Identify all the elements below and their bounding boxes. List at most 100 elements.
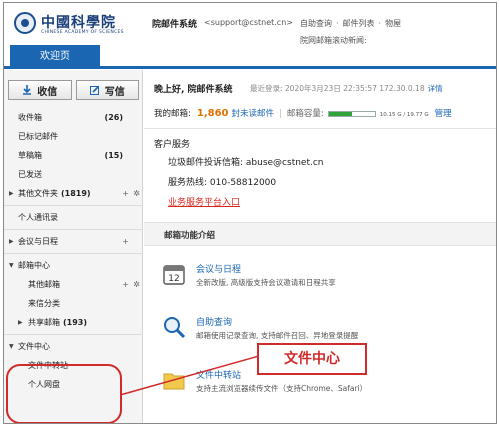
mail-window: 中國科學院 CHINESE ACADEMY OF SCIENCES 院邮件系统 … [3, 2, 497, 424]
tab-bar: 欢迎页 [4, 45, 496, 69]
folder-label: 其他邮箱 [28, 280, 60, 289]
sidebar-item-calendar[interactable]: ▶ 会议与日程 + [4, 232, 143, 251]
folder-count: (193) [63, 318, 88, 327]
sidebar-item-drafts[interactable]: 草稿箱 (15) [4, 146, 143, 165]
annotation-callout: 文件中心 [257, 343, 367, 375]
compose-button[interactable]: 写信 [75, 80, 139, 100]
cas-seal-icon [14, 12, 36, 34]
logo-chinese-text: 中國科學院 [41, 15, 116, 31]
add-calendar-icon[interactable]: + [122, 232, 129, 251]
cas-logo[interactable]: 中國科學院 CHINESE ACADEMY OF SCIENCES [14, 12, 142, 38]
collapse-arrow-icon[interactable]: ▼ [9, 337, 14, 356]
svg-text:12: 12 [168, 274, 179, 284]
sidebar-item-inbox[interactable]: 收件箱 (26) [4, 108, 143, 127]
feature-desc: 邮箱使用记录查询, 支持邮件召回、异地登录提醒 [196, 331, 359, 340]
features-title: 邮箱功能介绍 [164, 231, 216, 241]
service-portal-link[interactable]: 业务服务平台入口 [168, 195, 240, 208]
folder-label: 来信分类 [28, 299, 60, 308]
greeting: 晚上好, 院邮件系统 [154, 85, 233, 95]
system-name: 院邮件系统 [152, 20, 198, 30]
sidebar-item-mail-center[interactable]: ▼ 邮箱中心 [4, 256, 143, 275]
feature-desc: 支持主流浏览器续传文件（支持Chrome、Safari） [196, 384, 368, 393]
expand-arrow-icon[interactable]: ▶ [9, 232, 14, 251]
tab-welcome[interactable]: 欢迎页 [10, 45, 100, 69]
last-login: 最近登录: 2020年3月23日 22:35:57 172.30.0.18 详情 [250, 83, 443, 94]
capacity-label: 邮箱容量: [286, 109, 324, 119]
collapse-arrow-icon[interactable]: ▼ [9, 256, 14, 275]
folder-label: 收件箱 [18, 113, 42, 122]
features-header: 邮箱功能介绍 [144, 222, 496, 246]
annotation-highlight-oval [6, 364, 122, 423]
download-icon [23, 85, 32, 95]
link-separator: · [336, 19, 339, 28]
folder-count: (1819) [61, 189, 91, 198]
feature-title[interactable]: 会议与日程 [196, 262, 241, 275]
search-icon [164, 317, 186, 339]
add-mailbox-icon[interactable]: + [122, 275, 129, 294]
divider [4, 253, 143, 254]
mailbox-summary: 我的邮箱: 1,860 封未读邮件 | 邮箱容量: 10.15 G / 19.77 G 管理 [154, 107, 452, 119]
receive-label: 收信 [37, 86, 58, 98]
feature-desc: 全新改版, 高级版支持会议邀请和日程共享 [196, 278, 336, 287]
compose-icon [89, 86, 99, 95]
my-mailbox-label: 我的邮箱: [154, 109, 191, 119]
divider [4, 334, 143, 335]
service-title: 客户服务 [154, 140, 191, 150]
folder-count: (15) [104, 151, 123, 160]
logo-english-text: CHINESE ACADEMY OF SCIENCES [41, 30, 124, 35]
expand-arrow-icon[interactable]: ▶ [18, 313, 23, 332]
add-folder-icon[interactable]: + [122, 184, 129, 203]
header: 中國科學院 CHINESE ACADEMY OF SCIENCES 院邮件系统 … [4, 3, 496, 69]
last-login-text: 最近登录: 2020年3月23日 22:35:57 172.30.0.18 [250, 84, 425, 93]
receive-button[interactable]: 收信 [8, 80, 72, 100]
feature-title[interactable]: 文件中转站 [196, 368, 241, 381]
folder-label: 其他文件夹 [18, 189, 58, 198]
mail-actions: 收信 写信 [8, 80, 139, 100]
capacity-bar [327, 110, 376, 117]
folder-label: 共享邮箱 [28, 318, 60, 327]
folder-label: 会议与日程 [18, 237, 58, 246]
sidebar-item-starred[interactable]: 已标记邮件 [4, 127, 143, 146]
folder-label: 已发送 [18, 170, 42, 179]
gear-icon[interactable]: ✲ [133, 184, 140, 203]
folder-label: 个人通讯录 [18, 213, 58, 222]
sidebar-item-shared-mailbox[interactable]: ▶ 共享邮箱 (193) [4, 313, 143, 332]
feature-title[interactable]: 自助查询 [196, 315, 232, 328]
folder-label: 文件中心 [18, 342, 50, 351]
divider: | [279, 109, 282, 119]
sidebar-item-contacts[interactable]: 个人通讯录 [4, 208, 143, 227]
capacity-value: 10.15 G / 19.77 G [379, 112, 429, 118]
sidebar-item-mail-sort[interactable]: 来信分类 [4, 294, 143, 313]
compose-label: 写信 [104, 86, 125, 98]
mail-list-link[interactable]: 邮件列表 [343, 19, 375, 28]
folder-icon [163, 373, 185, 390]
link-separator: · [378, 19, 382, 28]
self-query-link[interactable]: 自助查询 [300, 19, 332, 28]
sidebar-item-other-mailboxes[interactable]: 其他邮箱 + ✲ [4, 275, 143, 294]
folder-label: 草稿箱 [18, 151, 42, 160]
manage-link[interactable]: 管理 [435, 109, 452, 119]
folder-count: (26) [104, 113, 123, 122]
calendar-icon: 12 [163, 265, 185, 285]
sidebar: 收信 写信 收件箱 (26) 已标记邮件 草稿箱 (15) 已发送 ▶ 其他文件… [4, 70, 143, 423]
unread-label[interactable]: 封未读邮件 [232, 109, 275, 119]
system-email: <support@cstnet.cn> [204, 18, 293, 27]
folder-nav: 收件箱 (26) 已标记邮件 草稿箱 (15) 已发送 ▶ 其他文件夹 (1819… [4, 108, 143, 394]
divider [4, 229, 143, 230]
store-link[interactable]: 物屋 [385, 19, 401, 28]
gear-icon[interactable]: ✲ [133, 275, 140, 294]
detail-link[interactable]: 详情 [428, 84, 443, 93]
folder-label: 邮箱中心 [18, 261, 50, 270]
sidebar-item-file-center[interactable]: ▼ 文件中心 [4, 337, 143, 356]
sidebar-item-sent[interactable]: 已发送 [4, 165, 143, 184]
hotline-line: 服务热线: 010-58812000 [168, 178, 277, 188]
expand-arrow-icon[interactable]: ▶ [9, 184, 14, 203]
sidebar-item-other-folders[interactable]: ▶ 其他文件夹 (1819) + ✲ [4, 184, 143, 203]
capacity-fill [328, 111, 353, 116]
divider [4, 205, 143, 206]
divider [144, 128, 496, 129]
feature-calendar[interactable]: 12 会议与日程 全新改版, 高级版支持会议邀请和日程共享 [162, 260, 492, 296]
unread-count[interactable]: 1,860 [197, 108, 229, 119]
complaint-line: 垃圾邮件投诉信箱: abuse@cstnet.cn [168, 158, 324, 168]
folder-label: 已标记邮件 [18, 132, 58, 141]
